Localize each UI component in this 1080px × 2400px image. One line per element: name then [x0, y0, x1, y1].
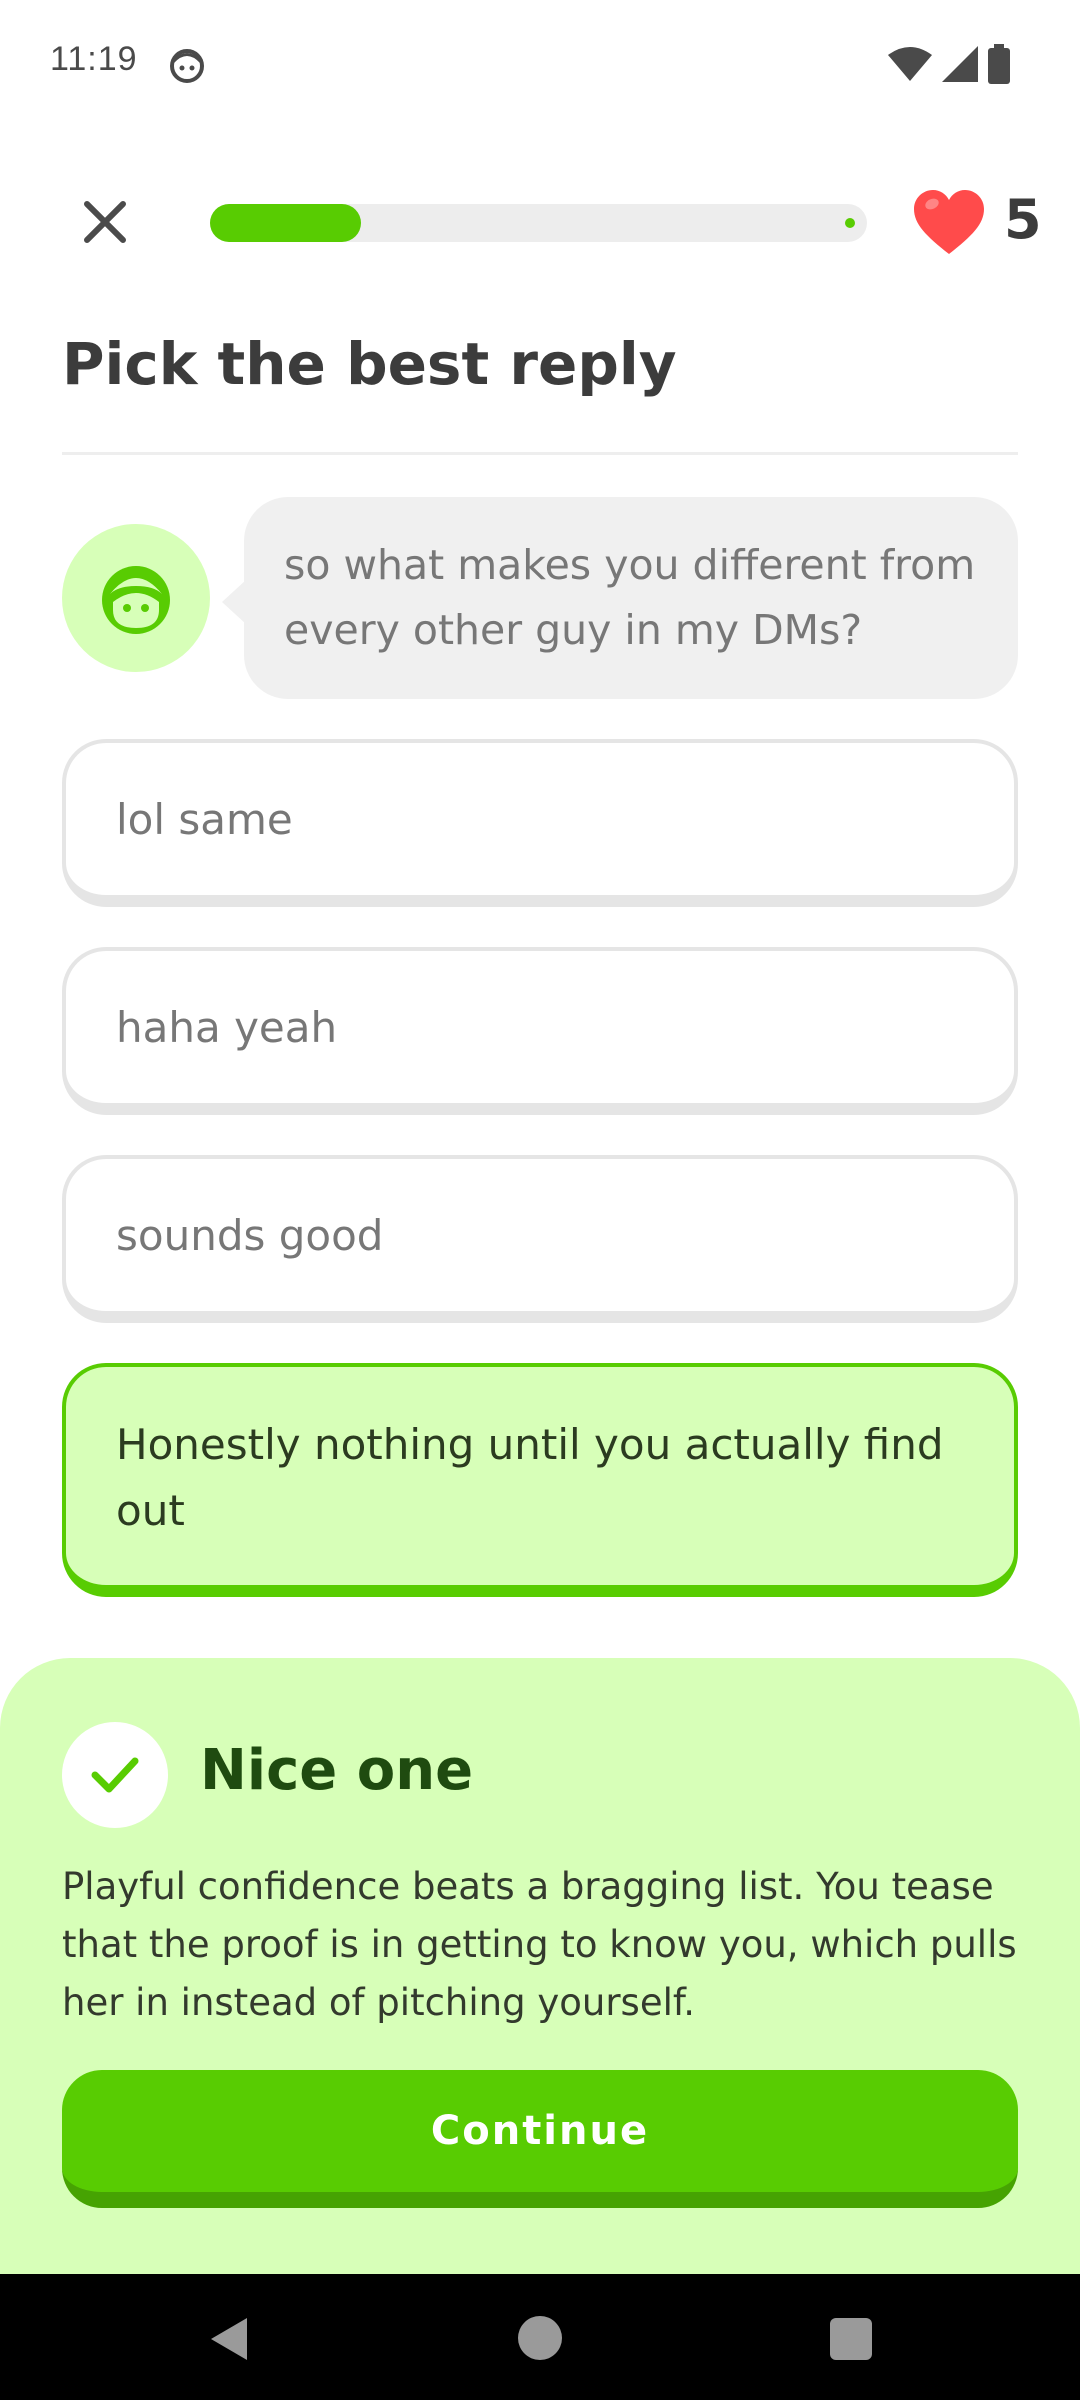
progress-end-dot [845, 218, 855, 228]
page-title: Pick the best reply [62, 330, 677, 398]
feedback-title: Nice one [200, 1738, 474, 1803]
chat-message-bubble: so what makes you different from every o… [244, 497, 1018, 699]
answer-option-2[interactable]: haha yeah [62, 947, 1018, 1115]
lesson-progress-bar [210, 204, 867, 242]
progress-fill [210, 204, 362, 242]
close-icon[interactable] [75, 192, 135, 252]
hearts-count: 5 [1004, 188, 1042, 251]
battery-icon [988, 44, 1010, 84]
divider [62, 452, 1018, 455]
answer-option-label: haha yeah [116, 1002, 338, 1052]
signal-icon [942, 46, 978, 82]
system-navigation-bar [0, 2274, 1080, 2400]
check-badge [62, 1722, 168, 1828]
back-icon[interactable] [205, 2314, 255, 2364]
answer-option-correct[interactable]: Honestly nothing until you actually find… [62, 1363, 1018, 1597]
feedback-panel: Nice one Playful confidence beats a brag… [0, 1658, 1080, 2274]
home-icon[interactable] [518, 2316, 562, 2360]
answer-option-label: Honestly nothing until you actually find… [116, 1420, 944, 1535]
notification-face-icon [170, 49, 204, 83]
continue-button-label: Continue [430, 2108, 650, 2154]
continue-button[interactable]: Continue [62, 2070, 1018, 2208]
answer-option-3[interactable]: sounds good [62, 1155, 1018, 1323]
lesson-screen: 11:19 5 Pick the best reply so what make… [0, 0, 1080, 2400]
avatar [62, 524, 210, 672]
recents-icon[interactable] [830, 2318, 872, 2360]
answer-option-label: lol same [116, 794, 293, 844]
speech-bubble-tail [222, 580, 246, 624]
heart-icon [914, 190, 984, 254]
status-time: 11:19 [50, 40, 138, 78]
status-icons [888, 44, 1010, 84]
feedback-explanation: Playful confidence beats a bragging list… [62, 1865, 1017, 2024]
answer-option-1[interactable]: lol same [62, 739, 1018, 907]
wifi-icon [888, 47, 932, 81]
character-avatar-icon [102, 566, 170, 634]
check-icon [91, 1757, 139, 1793]
answer-option-label: sounds good [116, 1210, 384, 1260]
